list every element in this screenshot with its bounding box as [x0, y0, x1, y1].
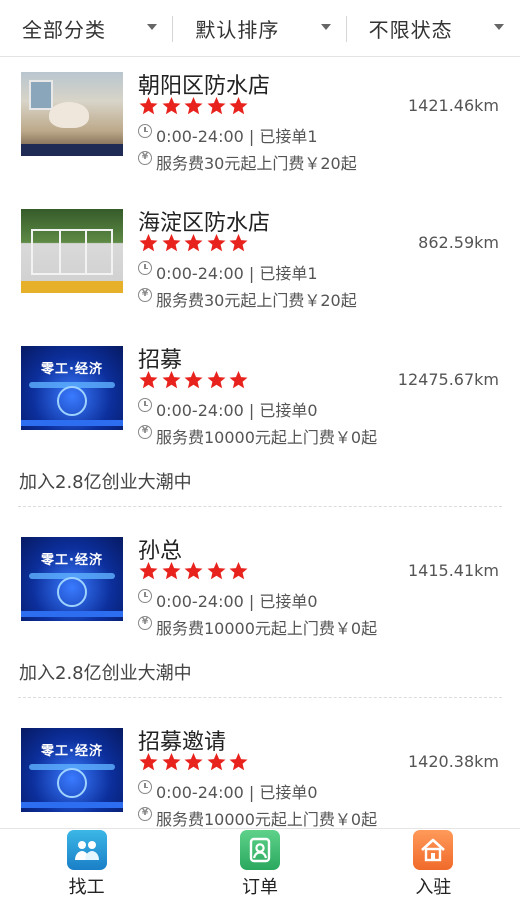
yen-icon: ¥: [138, 425, 152, 439]
shop-distance: 1415.41km: [407, 561, 499, 580]
clock-icon: [138, 589, 152, 603]
shop-distance: 1421.46km: [407, 96, 499, 115]
shop-thumbnail: [21, 72, 123, 156]
list-divider: [18, 697, 502, 698]
sort-filter[interactable]: 默认排序: [173, 0, 347, 57]
shop-thumbnail: 零工·经济: [21, 728, 123, 812]
star-icon: [207, 371, 226, 389]
yen-icon: ¥: [138, 288, 152, 302]
tab-label: 订单: [241, 877, 278, 898]
shop-item[interactable]: 零工·经济 招募邀请 1420.38km 0:00-24:00 | 已接单0 ¥…: [0, 714, 520, 828]
tab-label: 找工: [68, 877, 105, 898]
star-icon: [229, 234, 248, 252]
star-icon: [162, 97, 181, 115]
clock-icon: [138, 780, 152, 794]
shop-item[interactable]: 零工·经济 孙总 1415.41km 0:00-24:00 | 已接单0 ¥ 服…: [0, 523, 520, 698]
status-filter-label: 不限状态: [368, 17, 453, 42]
star-icon: [229, 753, 248, 771]
poster-title: 零工·经济: [41, 553, 103, 568]
shop-fee: 服务费10000元起上门费￥0起: [156, 810, 378, 828]
orders-icon: [239, 830, 280, 870]
workers-icon: [66, 830, 107, 870]
poster-title: 零工·经济: [41, 744, 103, 759]
status-filter[interactable]: 不限状态: [347, 0, 520, 57]
star-rating: [138, 233, 251, 253]
shop-fee: 服务费30元起上门费￥20起: [156, 154, 357, 173]
shop-hours: 0:00-24:00 | 已接单0: [156, 783, 318, 802]
star-icon: [139, 97, 158, 115]
star-icon: [162, 753, 181, 771]
shop-distance: 12475.67km: [397, 370, 499, 389]
tab-label: 入驻: [415, 877, 452, 898]
shop-thumbnail: 零工·经济: [21, 346, 123, 430]
star-icon: [139, 234, 158, 252]
chevron-down-icon: [493, 23, 504, 30]
star-rating: [138, 561, 251, 581]
clock-icon: [138, 398, 152, 412]
list-divider: [18, 506, 502, 507]
shop-fee: 服务费30元起上门费￥20起: [156, 291, 357, 310]
star-icon: [229, 371, 248, 389]
tab-find-work[interactable]: 找工: [0, 829, 173, 900]
star-rating: [138, 96, 251, 116]
yen-icon: ¥: [138, 807, 152, 821]
star-icon: [207, 234, 226, 252]
star-icon: [184, 97, 203, 115]
clock-icon: [138, 124, 152, 138]
chevron-down-icon: [320, 23, 331, 30]
bottom-tab-bar: 找工 订单 入驻: [0, 828, 520, 900]
tab-orders[interactable]: 订单: [173, 829, 346, 900]
yen-icon: ¥: [138, 616, 152, 630]
star-icon: [162, 234, 181, 252]
sort-filter-label: 默认排序: [195, 17, 280, 42]
shop-hours: 0:00-24:00 | 已接单0: [156, 592, 318, 611]
chevron-down-icon: [147, 23, 158, 30]
shop-distance: 862.59km: [418, 233, 499, 252]
shop-thumbnail: 零工·经济: [21, 537, 123, 621]
star-icon: [184, 371, 203, 389]
star-icon: [207, 753, 226, 771]
star-icon: [184, 562, 203, 580]
shop-hours: 0:00-24:00 | 已接单1: [156, 264, 318, 283]
tab-join[interactable]: 入驻: [347, 829, 520, 900]
shop-list: 朝阳区防水店 1421.46km 0:00-24:00 | 已接单1 ¥ 服务费…: [0, 58, 520, 828]
filter-bar: 全部分类 默认排序 不限状态: [0, 0, 520, 57]
shop-hours: 0:00-24:00 | 已接单0: [156, 401, 318, 420]
star-icon: [229, 562, 248, 580]
category-filter[interactable]: 全部分类: [0, 0, 174, 57]
star-icon: [207, 562, 226, 580]
shop-item[interactable]: 朝阳区防水店 1421.46km 0:00-24:00 | 已接单1 ¥ 服务费…: [0, 58, 520, 195]
star-icon: [184, 234, 203, 252]
shop-description: 加入2.8亿创业大潮中: [19, 472, 192, 493]
clock-icon: [138, 261, 152, 275]
shop-fee: 服务费10000元起上门费￥0起: [156, 428, 378, 447]
shop-item[interactable]: 海淀区防水店 862.59km 0:00-24:00 | 已接单1 ¥ 服务费3…: [0, 195, 520, 332]
star-icon: [162, 371, 181, 389]
shop-hours: 0:00-24:00 | 已接单1: [156, 127, 318, 146]
star-rating: [138, 370, 251, 390]
shop-description: 加入2.8亿创业大潮中: [19, 663, 192, 684]
shop-distance: 1420.38km: [407, 752, 499, 771]
star-icon: [139, 371, 158, 389]
star-icon: [184, 753, 203, 771]
shop-fee: 服务费10000元起上门费￥0起: [156, 619, 378, 638]
shop-thumbnail: [21, 209, 123, 293]
star-icon: [207, 97, 226, 115]
home-join-icon: [413, 830, 454, 870]
yen-icon: ¥: [138, 151, 152, 165]
shop-item[interactable]: 零工·经济 招募 12475.67km 0:00-24:00 | 已接单0 ¥ …: [0, 332, 520, 507]
star-rating: [138, 752, 251, 772]
star-icon: [139, 753, 158, 771]
category-filter-label: 全部分类: [22, 17, 106, 42]
star-icon: [229, 97, 248, 115]
poster-title: 零工·经济: [41, 362, 103, 377]
star-icon: [139, 562, 158, 580]
star-icon: [162, 562, 181, 580]
